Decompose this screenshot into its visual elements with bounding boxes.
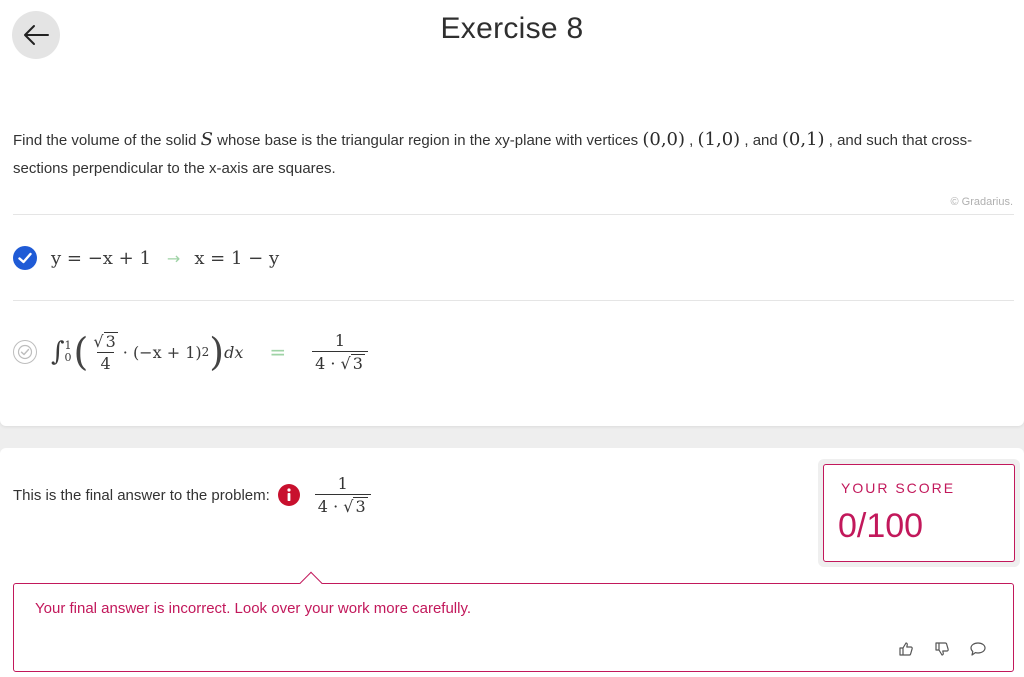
feedback-box: Your final answer is incorrect. Look ove… [13,571,1014,672]
score-value: 0/100 [838,507,924,545]
thumbs-up-icon[interactable] [897,640,915,658]
arrow-right-icon: → [166,248,181,268]
step-result: 1 4 · √ 3 [312,332,368,372]
score-box: YOUR SCORE 0/100 [823,464,1015,562]
copyright-notice: © Gradarius. [950,196,1013,208]
vertex-2: (1,0) [697,129,741,150]
problem-statement: Find the volume of the solid S whose bas… [13,129,973,177]
divider [13,214,1014,215]
final-answer-row: This is the final answer to the problem:… [13,475,371,515]
vertex-1: (0,0) [642,129,686,150]
equals-sign: = [269,340,287,364]
comment-icon[interactable] [969,640,987,658]
check-circle-icon [13,246,37,270]
check-outline-icon [13,340,37,364]
score-label: YOUR SCORE [841,480,956,496]
step-lhs: y = −x + 1 [51,247,151,269]
info-icon[interactable] [277,484,300,506]
vertex-3: (0,1) [781,129,825,150]
step-row-1[interactable]: y = −x + 1 → x = 1 − y [13,246,279,270]
step-integral: ∫ 10 ( √ 3 4 · (−x + 1) 2 ) dx [51,330,244,374]
final-answer-label: This is the final answer to the problem: [13,486,270,504]
feedback-message: Your final answer is incorrect. Look ove… [35,600,472,617]
math-solid-name: S [200,129,213,150]
divider [13,300,1014,301]
page-title: Exercise 8 [440,12,584,45]
step-row-2[interactable]: ∫ 10 ( √ 3 4 · (−x + 1) 2 ) dx = 1 4 · √ 3 [13,332,368,372]
step-rhs: x = 1 − y [194,247,280,269]
problem-card: Exercise 8 Find the volume of the solid … [0,0,1024,426]
thumbs-down-icon[interactable] [933,640,951,658]
feedback-actions [897,640,987,658]
final-answer-math: 1 4 · √ 3 [314,475,371,515]
